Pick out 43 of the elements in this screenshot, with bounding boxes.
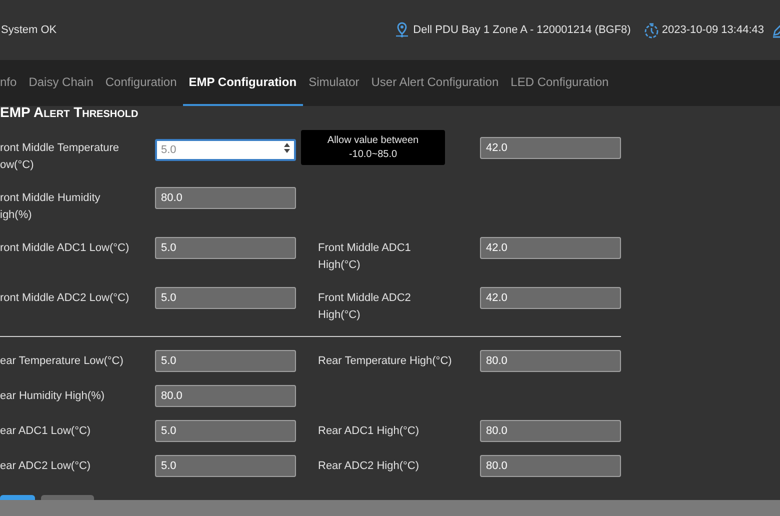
field-label: ront Middle ADC2 Low(°C) (0, 292, 130, 304)
number-input-field[interactable]: 5.0 (155, 350, 296, 372)
nav-tab[interactable]: nfo (0, 60, 23, 106)
nav-tab[interactable]: User Alert Configuration (365, 60, 505, 106)
number-input-field[interactable]: 42.0 (480, 137, 621, 159)
nav-tab[interactable]: Daisy Chain (22, 60, 100, 106)
field-label: ront Middle Temperature ow(°C) (0, 142, 120, 171)
field-label: ront Middle ADC1 Low(°C) (0, 242, 130, 254)
number-input-field[interactable]: 80.0 (480, 350, 621, 372)
spinner-icon[interactable] (284, 143, 290, 153)
field-label: ear Humidity High(%) (0, 390, 105, 402)
field-label: Front Middle ADC1 High(°C) (318, 242, 411, 271)
location-pin-icon (395, 22, 410, 38)
location-text: Dell PDU Bay 1 Zone A - 120001214 (BGF8) (413, 22, 631, 38)
nav-tab[interactable]: Simulator (302, 60, 366, 106)
section-title: EMP Alert Threshold (0, 104, 138, 120)
number-input-field[interactable]: 42.0 (480, 287, 621, 309)
field-label: ront Middle Humidity igh(%) (0, 192, 100, 221)
tooltip: Allow value between -10.0~85.0 (301, 130, 445, 165)
nav-tab[interactable]: EMP Configuration (182, 60, 303, 106)
field-label: ear ADC1 Low(°C) (0, 425, 91, 437)
number-input-field[interactable]: 5.0 (155, 420, 296, 442)
number-input-field[interactable]: 80.0 (480, 455, 621, 477)
datetime-text: 2023-10-09 13:44:43 (662, 22, 764, 38)
field-label: ear Temperature Low(°C) (0, 355, 124, 367)
number-input-field[interactable]: 80.0 (155, 385, 296, 407)
number-input-field[interactable]: 5.0 (155, 237, 296, 259)
nav-tab[interactable]: Configuration (99, 60, 183, 106)
number-input-field[interactable]: 5.0 (155, 455, 296, 477)
field-label: Front Middle ADC2 High(°C) (318, 292, 411, 321)
nav-tab[interactable]: LED Configuration (504, 60, 615, 106)
number-input-field[interactable]: 80.0 (480, 420, 621, 442)
number-input-field[interactable]: 5.0 (155, 139, 296, 161)
primary-button[interactable] (0, 495, 35, 500)
number-input-field[interactable]: 80.0 (155, 187, 296, 209)
field-label: ear ADC2 Low(°C) (0, 460, 91, 472)
field-label: Rear ADC1 High(°C) (318, 425, 419, 437)
number-input-field[interactable]: 42.0 (480, 237, 621, 259)
timer-icon (642, 22, 660, 38)
system-status: System OK (0, 22, 57, 38)
field-label: Rear ADC2 High(°C) (318, 460, 419, 472)
field-label: Rear Temperature High(°C) (318, 355, 452, 367)
number-input-field[interactable]: 5.0 (155, 287, 296, 309)
